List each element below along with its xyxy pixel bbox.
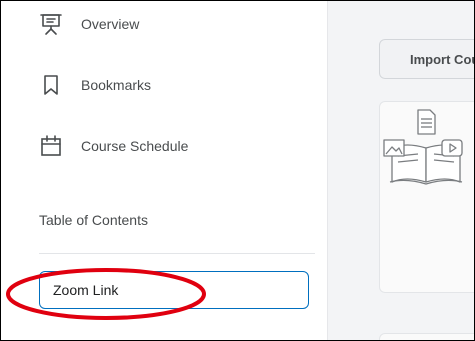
sidebar-item-label: Course Schedule	[81, 138, 189, 154]
presentation-icon	[39, 12, 63, 36]
toc-item-zoom-link[interactable]: Zoom Link	[39, 271, 309, 309]
divider	[39, 253, 315, 254]
app-frame: Overview Bookmarks Course Schedule Table…	[0, 0, 475, 341]
import-button-label: Import Cou	[410, 51, 475, 67]
sidebar-item-bookmarks[interactable]: Bookmarks	[39, 73, 151, 97]
book-illustration-icon	[383, 109, 463, 185]
sidebar: Overview Bookmarks Course Schedule Table…	[1, 1, 327, 340]
toc-item-label: Zoom Link	[53, 282, 119, 298]
sidebar-item-overview[interactable]: Overview	[39, 12, 139, 36]
sidebar-item-label: Overview	[81, 16, 140, 32]
content-card	[379, 333, 474, 340]
bookmark-icon	[39, 73, 63, 97]
toc-heading: Table of Contents	[39, 212, 148, 228]
sidebar-item-course-schedule[interactable]: Course Schedule	[39, 134, 188, 158]
calendar-icon	[39, 134, 63, 158]
empty-state-card	[379, 101, 474, 293]
sidebar-item-label: Bookmarks	[81, 77, 152, 93]
import-courses-button[interactable]: Import Cou	[379, 39, 475, 79]
